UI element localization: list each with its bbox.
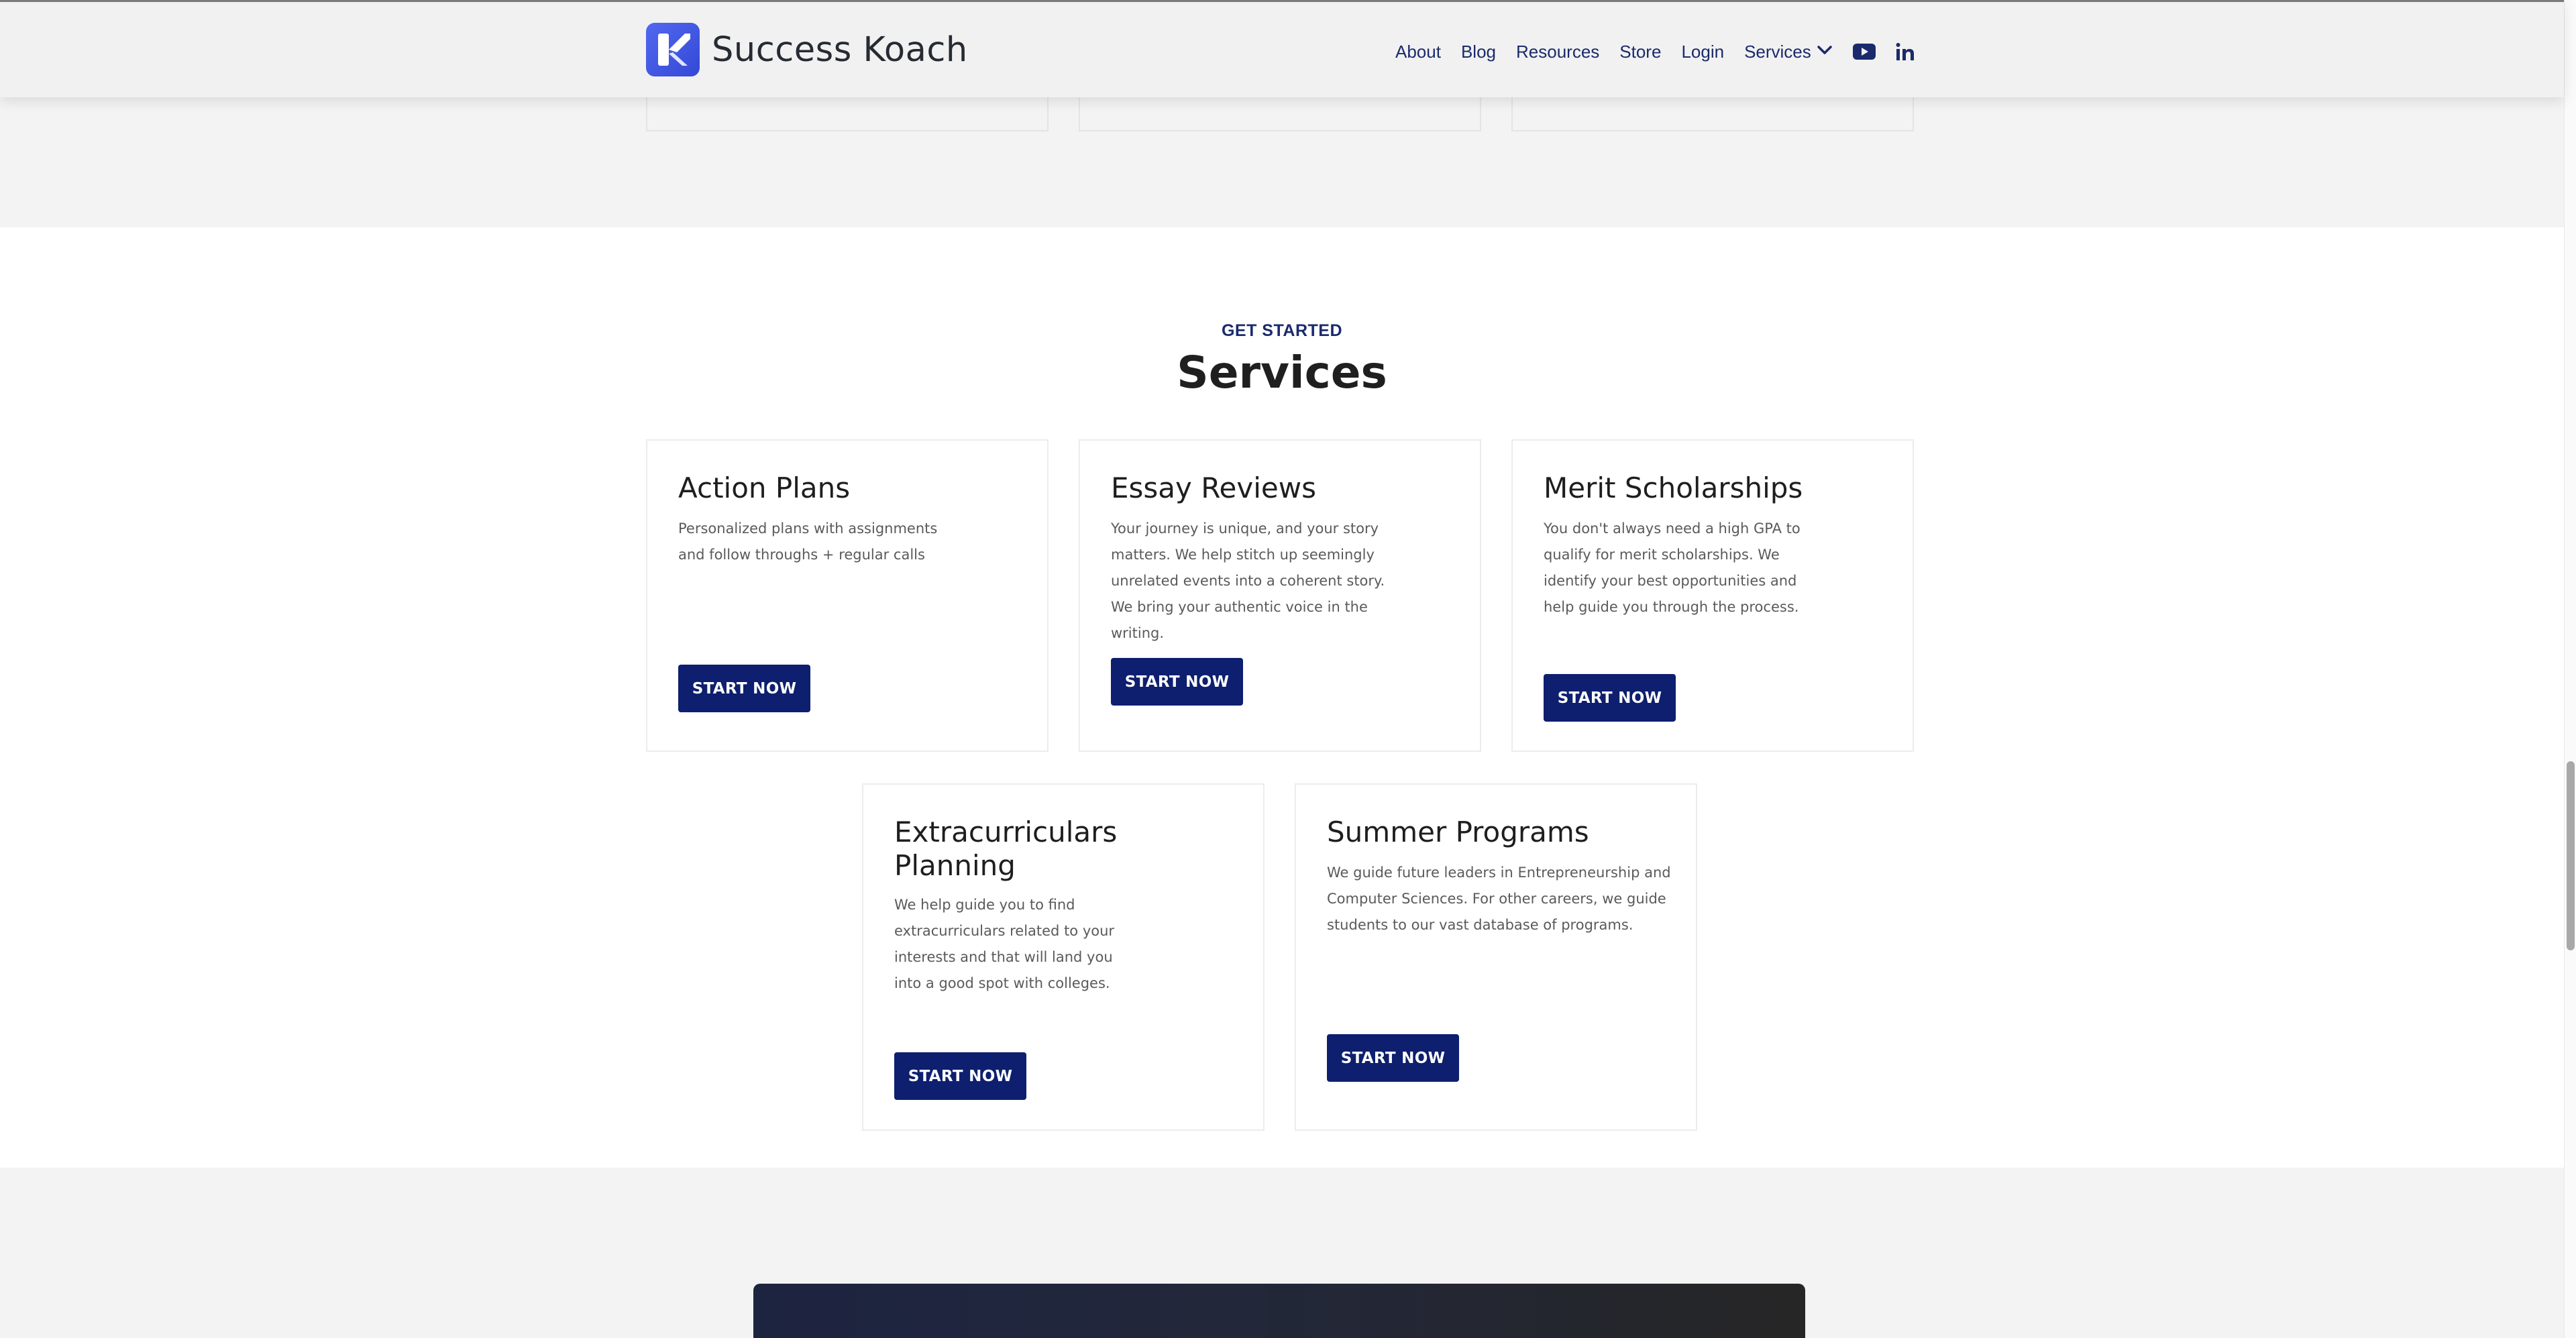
start-now-button[interactable]: START NOW — [1544, 674, 1676, 722]
main-nav: About Blog Resources Store Login Service… — [1395, 37, 1935, 66]
nav-blog[interactable]: Blog — [1461, 42, 1496, 62]
start-now-button[interactable]: START NOW — [1111, 658, 1243, 706]
section-title: Services — [1177, 347, 1387, 398]
site-header: Success Koach About Blog Resources Store… — [0, 0, 2564, 97]
home-logo-link[interactable]: Success Koach — [646, 23, 968, 76]
card-description: You don't always need a high GPA to qual… — [1544, 520, 1801, 615]
section-eyebrow: GET STARTED — [1221, 321, 1343, 340]
logo-icon — [646, 23, 700, 76]
cta-banner — [753, 1284, 1805, 1338]
scrollbar-thumb[interactable] — [2567, 761, 2575, 950]
card-title: Action Plans — [678, 471, 851, 504]
nav-resources[interactable]: Resources — [1516, 42, 1599, 62]
service-card-action-plans: Action Plans Personalized plans with ass… — [646, 439, 1049, 752]
service-card-extracurriculars: Extracurriculars Planning We help guide … — [862, 783, 1265, 1131]
nav-store[interactable]: Store — [1619, 42, 1661, 62]
card-title: Merit Scholarships — [1544, 471, 1803, 504]
nav-about[interactable]: About — [1395, 42, 1441, 62]
brand-name: Success Koach — [712, 30, 968, 70]
card-title: Extracurriculars Planning — [894, 816, 1118, 882]
linkedin-icon[interactable] — [1896, 42, 1915, 61]
start-now-button[interactable]: START NOW — [678, 665, 810, 712]
nav-login[interactable]: Login — [1681, 42, 1724, 62]
card-description: We help guide you to find extracurricula… — [894, 897, 1115, 991]
service-card-essay-reviews: Essay Reviews Your journey is unique, an… — [1079, 439, 1481, 752]
youtube-icon[interactable] — [1852, 44, 1876, 60]
service-card-summer-programs: Summer Programs We guide future leaders … — [1295, 783, 1697, 1131]
card-description: Personalized plans with assignments and … — [678, 520, 938, 563]
start-now-button[interactable]: START NOW — [1327, 1034, 1459, 1082]
chevron-down-icon[interactable] — [1817, 45, 1833, 59]
card-description: Your journey is unique, and your story m… — [1111, 520, 1385, 641]
page-scrollbar[interactable] — [2564, 0, 2576, 1338]
start-now-button[interactable]: START NOW — [894, 1052, 1026, 1100]
nav-services[interactable]: Services — [1744, 42, 1811, 62]
card-title: Essay Reviews — [1111, 471, 1316, 504]
nav-services-dropdown[interactable]: Services — [1744, 42, 1833, 62]
card-title: Summer Programs — [1327, 816, 1589, 848]
next-section — [0, 1168, 2564, 1338]
service-card-merit-scholarships: Merit Scholarships You don't always need… — [1511, 439, 1914, 752]
card-description: We guide future leaders in Entrepreneurs… — [1327, 865, 1671, 933]
services-section: GET STARTED Services Action Plans Person… — [0, 227, 2564, 1168]
